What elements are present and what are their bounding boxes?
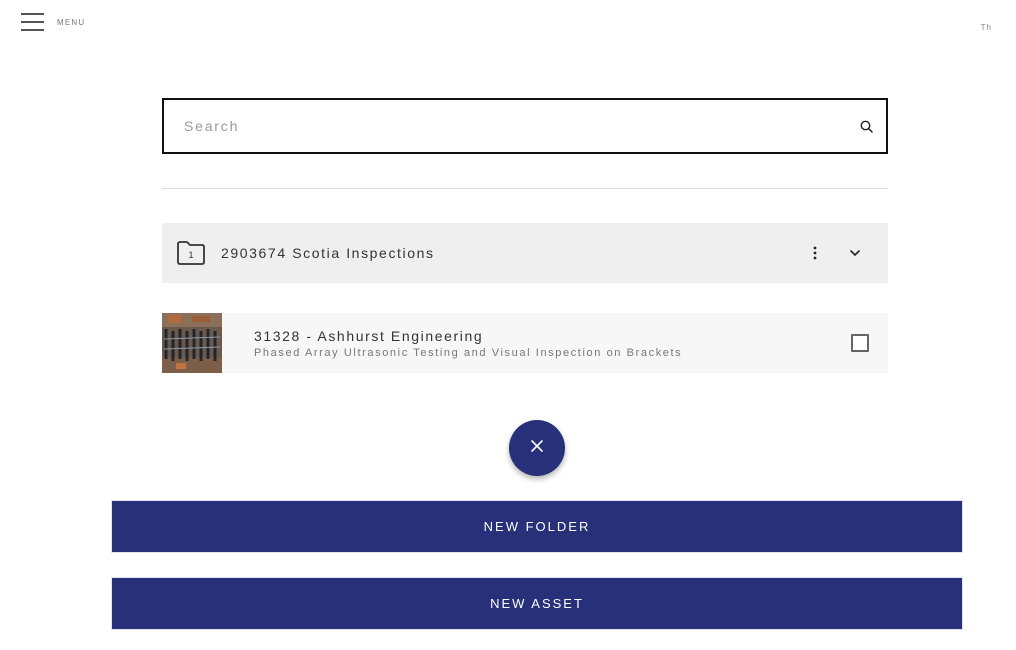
asset-subtitle: Phased Array Ultrasonic Testing and Visu… [254,346,683,359]
close-fab-button[interactable] [509,420,565,476]
divider [162,188,888,189]
asset-row[interactable]: 31328 - Ashhurst Engineering Phased Arra… [162,313,888,373]
folder-item-count: 1 [188,250,194,260]
user-initials[interactable]: Th [981,23,992,32]
hamburger-icon[interactable] [21,13,44,31]
search-icon[interactable] [846,100,886,152]
new-asset-button[interactable]: NEW ASSET [111,577,963,630]
new-folder-button[interactable]: NEW FOLDER [111,500,963,553]
folder-icon: 1 [176,240,206,266]
search-input[interactable] [164,100,846,152]
kebab-menu-icon[interactable] [802,238,828,268]
asset-thumbnail [162,313,222,373]
search-bar [162,98,888,154]
asset-checkbox[interactable] [851,334,869,352]
asset-title: 31328 - Ashhurst Engineering [254,327,484,344]
folder-row[interactable]: 1 2903674 Scotia Inspections [162,223,888,283]
menu-toggle[interactable]: MENU [21,13,85,31]
folder-name: 2903674 Scotia Inspections [221,245,435,261]
close-icon [530,439,544,458]
chevron-down-icon[interactable] [842,238,868,268]
menu-label: MENU [57,17,86,27]
